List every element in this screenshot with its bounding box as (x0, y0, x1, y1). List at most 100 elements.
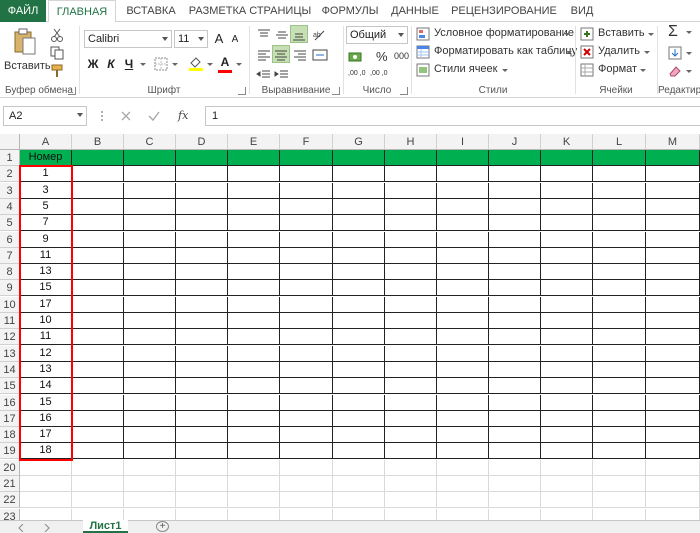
cell-j7[interactable] (489, 247, 541, 264)
cell-f16[interactable] (280, 394, 333, 411)
cell-a20[interactable] (20, 459, 72, 476)
cell-k15[interactable] (541, 378, 593, 395)
cell-d6[interactable] (176, 231, 228, 248)
cell-a1[interactable]: Номер (20, 150, 72, 166)
cell-g21[interactable] (333, 476, 385, 492)
tab-data[interactable]: ДАННЫЕ (386, 0, 444, 22)
row-header-10[interactable]: 10 (0, 296, 20, 313)
cell-g22[interactable] (333, 492, 385, 509)
cell-l21[interactable] (593, 476, 646, 492)
cell-a16[interactable]: 15 (20, 394, 72, 411)
cell-m23[interactable] (646, 508, 700, 520)
row-header-1[interactable]: 1 (0, 150, 20, 166)
cell-c17[interactable] (124, 410, 176, 427)
cell-i9[interactable] (437, 280, 489, 297)
shrink-font-button[interactable]: A (228, 32, 242, 48)
cell-m8[interactable] (646, 264, 700, 281)
cell-f13[interactable] (280, 345, 333, 362)
cell-i5[interactable] (437, 215, 489, 232)
cell-g10[interactable] (333, 296, 385, 313)
cell-e18[interactable] (228, 427, 280, 444)
add-sheet-icon[interactable]: + (156, 521, 169, 532)
cell-g4[interactable] (333, 198, 385, 215)
cell-i13[interactable] (437, 345, 489, 362)
cell-f11[interactable] (280, 313, 333, 329)
cell-m19[interactable] (646, 443, 700, 460)
cell-m12[interactable] (646, 329, 700, 346)
column-header-d[interactable]: D (176, 134, 228, 150)
chevron-down-icon[interactable] (686, 31, 692, 34)
chevron-down-icon[interactable] (236, 63, 242, 66)
cell-c18[interactable] (124, 427, 176, 444)
cell-j22[interactable] (489, 492, 541, 509)
spreadsheet-grid[interactable]: A B C D E F G H I J K L M 1 Номер 2 1 3 3 4 5 5 7 6 9 7 11 8 13 9 15 10… (0, 134, 700, 520)
fill-down-icon[interactable] (668, 46, 682, 60)
underline-button[interactable]: Ч (122, 56, 136, 72)
cell-d16[interactable] (176, 394, 228, 411)
cell-f5[interactable] (280, 215, 333, 232)
cell-k11[interactable] (541, 313, 593, 329)
font-name-select[interactable]: Calibri (84, 30, 172, 48)
tab-page-layout[interactable]: РАЗМЕТКА СТРАНИЦЫ (186, 0, 314, 22)
cell-i12[interactable] (437, 329, 489, 346)
cell-b23[interactable] (72, 508, 124, 520)
cell-d12[interactable] (176, 329, 228, 346)
cell-b19[interactable] (72, 443, 124, 460)
cell-b17[interactable] (72, 410, 124, 427)
borders-icon[interactable] (154, 57, 168, 71)
cell-l20[interactable] (593, 459, 646, 476)
cell-h21[interactable] (385, 476, 437, 492)
cell-a15[interactable]: 14 (20, 378, 72, 395)
cell-j3[interactable] (489, 182, 541, 199)
cell-a18[interactable]: 17 (20, 427, 72, 444)
cell-j23[interactable] (489, 508, 541, 520)
cell-h16[interactable] (385, 394, 437, 411)
cell-k20[interactable] (541, 459, 593, 476)
cell-c15[interactable] (124, 378, 176, 395)
insert-cells-button[interactable]: Вставить (580, 26, 654, 42)
cancel-icon[interactable] (120, 110, 132, 122)
cell-b12[interactable] (72, 329, 124, 346)
merge-center-icon[interactable] (312, 48, 328, 62)
cell-i8[interactable] (437, 264, 489, 281)
cell-d11[interactable] (176, 313, 228, 329)
cell-h17[interactable] (385, 410, 437, 427)
cell-b7[interactable] (72, 247, 124, 264)
cell-g13[interactable] (333, 345, 385, 362)
row-header-14[interactable]: 14 (0, 361, 20, 378)
name-box[interactable]: A2 (3, 106, 87, 126)
column-header-f[interactable]: F (280, 134, 333, 150)
cell-e22[interactable] (228, 492, 280, 509)
cell-h7[interactable] (385, 247, 437, 264)
cell-k19[interactable] (541, 443, 593, 460)
insert-function-button[interactable]: fx (178, 109, 188, 122)
cell-g17[interactable] (333, 410, 385, 427)
cell-m5[interactable] (646, 215, 700, 232)
column-header-k[interactable]: K (541, 134, 593, 150)
cell-j9[interactable] (489, 280, 541, 297)
cell-k7[interactable] (541, 247, 593, 264)
cell-m17[interactable] (646, 410, 700, 427)
cell-i7[interactable] (437, 247, 489, 264)
cell-k13[interactable] (541, 345, 593, 362)
cell-g7[interactable] (333, 247, 385, 264)
cell-d15[interactable] (176, 378, 228, 395)
cell-h10[interactable] (385, 296, 437, 313)
cell-g3[interactable] (333, 182, 385, 199)
percent-button[interactable]: % (376, 49, 388, 64)
cell-m1[interactable] (646, 150, 700, 166)
increase-decimal-button[interactable]: ,00 ,0 (348, 70, 368, 77)
chevron-down-icon[interactable] (140, 63, 146, 66)
column-header-l[interactable]: L (593, 134, 646, 150)
cell-m9[interactable] (646, 280, 700, 297)
cell-c10[interactable] (124, 296, 176, 313)
row-header-19[interactable]: 19 (0, 443, 20, 460)
cell-i18[interactable] (437, 427, 489, 444)
cell-c12[interactable] (124, 329, 176, 346)
cell-e9[interactable] (228, 280, 280, 297)
cell-l15[interactable] (593, 378, 646, 395)
cell-f8[interactable] (280, 264, 333, 281)
cell-a23[interactable] (20, 508, 72, 520)
cell-i11[interactable] (437, 313, 489, 329)
cell-i16[interactable] (437, 394, 489, 411)
